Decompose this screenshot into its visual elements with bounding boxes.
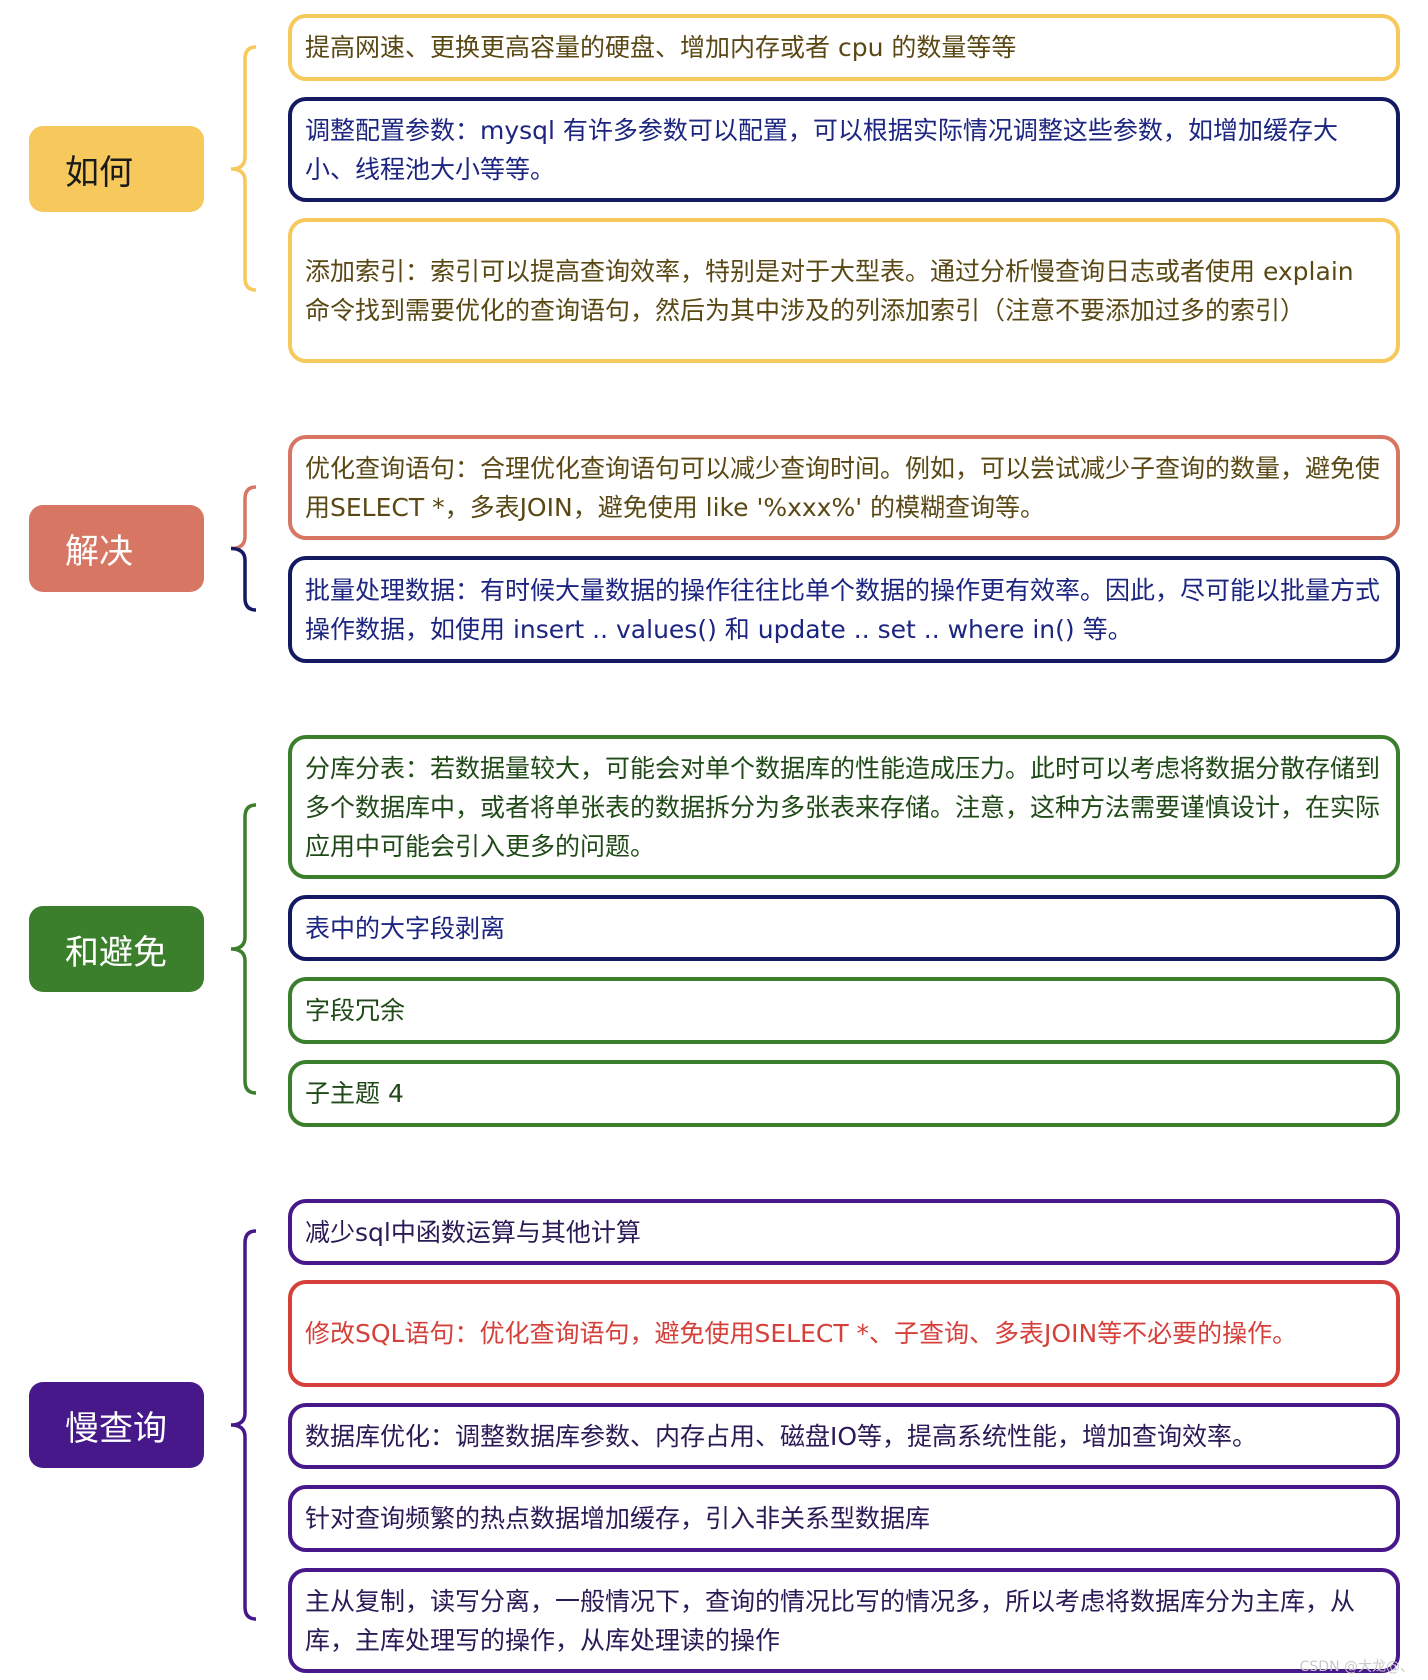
subtopic-node[interactable]: 表中的大字段剥离 [288, 895, 1400, 961]
brace-connector [230, 485, 257, 551]
subtopic-node[interactable]: 数据库优化：调整数据库参数、内存占用、磁盘IO等，提高系统性能，增加查询效率。 [288, 1403, 1400, 1469]
subtopic-text: 添加索引：索引可以提高查询效率，特别是对于大型表。通过分析慢查询日志或者使用 e… [305, 256, 1354, 325]
subtopic-text: 调整配置参数：mysql 有许多参数可以配置，可以根据实际情况调整这些参数，如增… [305, 115, 1338, 184]
watermark: CSDN @大龙@、 [1299, 1659, 1414, 1675]
subtopic-node[interactable]: 子主题 4 [288, 1060, 1400, 1127]
subtopic-text: 数据库优化：调整数据库参数、内存占用、磁盘IO等，提高系统性能，增加查询效率。 [305, 1421, 1258, 1451]
subtopic-text: 提高网速、更换更高容量的硬盘、增加内存或者 cpu 的数量等等 [305, 33, 1017, 62]
brace-connector [230, 1229, 257, 1621]
subtopic-node[interactable]: 字段冗余 [288, 977, 1400, 1044]
subtopic-text: 针对查询频繁的热点数据增加缓存，引入非关系型数据库 [305, 1504, 931, 1533]
subtopic-node[interactable]: 主从复制，读写分离，一般情况下，查询的情况比写的情况多，所以考虑将数据库分为主库… [288, 1568, 1400, 1673]
topic-node[interactable]: 解决 [29, 505, 204, 592]
brace-connector [230, 45, 257, 292]
subtopic-text: 减少sql中函数运算与其他计算 [305, 1217, 641, 1247]
subtopic-text: 字段冗余 [305, 996, 406, 1025]
brace-connector [230, 546, 257, 612]
subtopic-text: 修改SQL语句：优化查询语句，避免使用SELECT *、子查询、多表JOIN等不… [305, 1319, 1298, 1348]
topic-node[interactable]: 慢查询 [29, 1382, 204, 1468]
subtopic-text: 主从复制，读写分离，一般情况下，查询的情况比写的情况多，所以考虑将数据库分为主库… [305, 1586, 1356, 1655]
brace-connector [230, 803, 257, 1095]
subtopic-node[interactable]: 优化查询语句：合理优化查询语句可以减少查询时间。例如，可以尝试减少子查询的数量，… [288, 435, 1400, 540]
subtopic-text: 优化查询语句：合理优化查询语句可以减少查询时间。例如，可以尝试减少子查询的数量，… [305, 453, 1381, 522]
topic-node[interactable]: 和避免 [29, 906, 204, 992]
subtopic-node[interactable]: 分库分表：若数据量较大，可能会对单个数据库的性能造成压力。此时可以考虑将数据分散… [288, 735, 1400, 879]
topic-node[interactable]: 如何 [29, 126, 204, 212]
subtopic-text: 批量处理数据：有时候大量数据的操作往往比单个数据的操作更有效率。因此，尽可能以批… [305, 575, 1381, 644]
subtopic-node[interactable]: 提高网速、更换更高容量的硬盘、增加内存或者 cpu 的数量等等 [288, 14, 1400, 81]
subtopic-node[interactable]: 针对查询频繁的热点数据增加缓存，引入非关系型数据库 [288, 1485, 1400, 1552]
subtopic-text: 表中的大字段剥离 [305, 913, 506, 943]
subtopic-node[interactable]: 调整配置参数：mysql 有许多参数可以配置，可以根据实际情况调整这些参数，如增… [288, 97, 1400, 202]
subtopic-text: 子主题 4 [305, 1079, 404, 1108]
subtopic-node[interactable]: 修改SQL语句：优化查询语句，避免使用SELECT *、子查询、多表JOIN等不… [288, 1280, 1400, 1387]
subtopic-node[interactable]: 添加索引：索引可以提高查询效率，特别是对于大型表。通过分析慢查询日志或者使用 e… [288, 218, 1400, 363]
subtopic-text: 分库分表：若数据量较大，可能会对单个数据库的性能造成压力。此时可以考虑将数据分散… [305, 753, 1381, 861]
subtopic-node[interactable]: 减少sql中函数运算与其他计算 [288, 1199, 1400, 1265]
subtopic-node[interactable]: 批量处理数据：有时候大量数据的操作往往比单个数据的操作更有效率。因此，尽可能以批… [288, 556, 1400, 663]
